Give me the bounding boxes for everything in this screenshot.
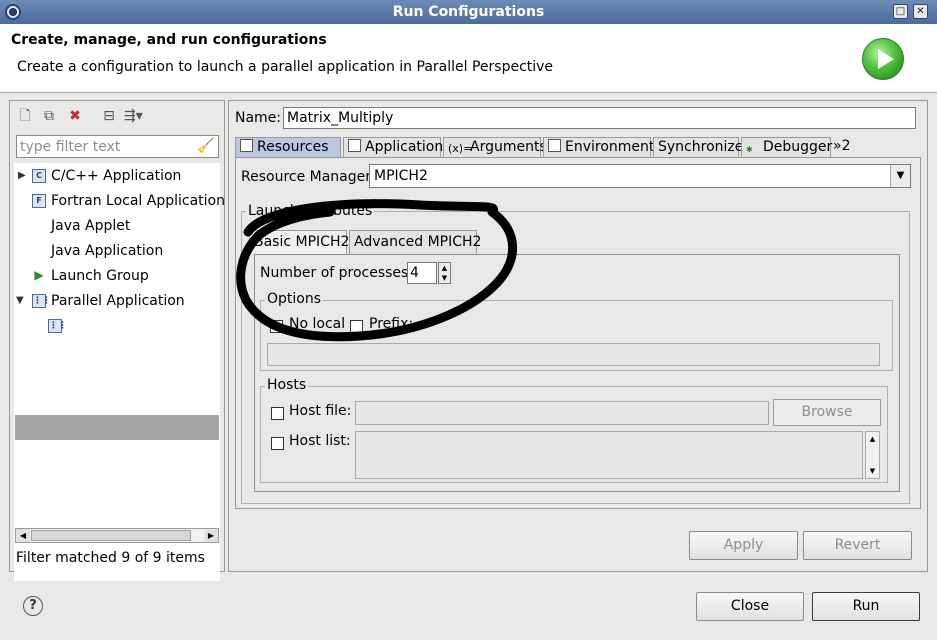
c-icon: C: [32, 169, 46, 183]
options-legend: Options: [265, 291, 324, 307]
scroll-right-icon[interactable]: ▶: [204, 529, 218, 542]
tree-item-launch-group[interactable]: ▶ Launch Group: [32, 264, 149, 289]
quantity-stepper[interactable]: ▲ ▼: [438, 262, 451, 284]
configuration-editor-panel: Name: Resources Application (x)=Argument…: [228, 100, 928, 572]
host-list-textarea[interactable]: [355, 431, 863, 479]
eclipse-icon: [5, 4, 21, 20]
resource-manager-label: Resource Manager:: [241, 169, 376, 185]
dropdown-arrow-icon[interactable]: ▼: [890, 165, 910, 187]
launch-group-icon: ▶: [34, 268, 44, 282]
tab-debugger[interactable]: ✱ Debugger: [741, 137, 832, 157]
host-file-input[interactable]: [355, 401, 769, 425]
tree-item-label: Parallel Application: [51, 293, 185, 309]
resources-icon: [240, 139, 253, 152]
scroll-up-icon[interactable]: ▲: [866, 432, 879, 446]
clear-filter-icon[interactable]: 🧹: [197, 138, 215, 156]
delete-icon[interactable]: ✖: [66, 107, 84, 125]
configuration-list-panel: 🗋 ⧉ ✖ ⊟ ⇶▾ 🧹 ▶ C C/C++ Application F Fortr…: [9, 100, 225, 581]
filter-menu-icon[interactable]: ⇶▾: [124, 107, 143, 125]
tree-item-label: Matrix_Multiply: [67, 318, 174, 334]
parallel-icon: ⋮⋮: [32, 294, 51, 308]
environment-icon: [548, 139, 561, 152]
f-icon: F: [32, 194, 46, 208]
tree-item-java-applet[interactable]: Java Applet: [32, 214, 130, 239]
tabs-overflow[interactable]: »2: [833, 137, 857, 157]
window-title: Run Configurations: [392, 4, 545, 20]
tree-item-java-application[interactable]: Java Application: [32, 239, 163, 264]
filter-status: Filter matched 9 of 9 items: [16, 550, 205, 566]
header-title: Create, manage, and run configurations: [11, 32, 327, 48]
dialog-header: Create, manage, and run configurations C…: [0, 24, 937, 93]
no-local-label: No local: [289, 316, 346, 332]
stepper-down-icon[interactable]: ▼: [439, 273, 450, 283]
header-description: Create a configuration to launch a paral…: [17, 59, 554, 75]
expand-icon[interactable]: ▶: [18, 170, 26, 181]
no-local-checkbox[interactable]: [270, 320, 283, 333]
filter-input[interactable]: [16, 135, 219, 158]
duplicate-icon[interactable]: ⧉: [40, 107, 58, 125]
help-icon[interactable]: ?: [23, 596, 43, 616]
host-file-label: Host file:: [289, 403, 352, 419]
scroll-thumb[interactable]: [31, 530, 191, 541]
resources-tab-content: Resource Manager: MPICH2 ▼ Launch Attrib…: [235, 157, 921, 509]
run-icon: [862, 38, 904, 80]
host-list-label: Host list:: [289, 433, 351, 449]
arguments-icon: (x)=: [448, 142, 473, 155]
host-file-checkbox[interactable]: [271, 407, 284, 420]
launch-attributes-group: Launch Attributes Basic MPICH2 Advanced …: [241, 203, 910, 504]
application-icon: [348, 139, 361, 152]
scroll-down-icon[interactable]: ▼: [866, 464, 879, 478]
basic-mpich2-content: Number of processes: ▲ ▼ Options No loca…: [254, 254, 900, 492]
scroll-left-icon[interactable]: ◀: [16, 529, 30, 542]
name-label: Name:: [235, 110, 282, 126]
revert-button[interactable]: Revert: [803, 531, 912, 560]
tab-synchronize[interactable]: Synchronize: [653, 137, 743, 157]
hosts-legend: Hosts: [265, 377, 309, 393]
collapse-icon[interactable]: ▼: [16, 295, 24, 306]
tree-item-label: C/C++ Application: [51, 168, 182, 184]
tree-item-fortran-local-application[interactable]: F Fortran Local Application: [32, 189, 225, 214]
host-list-checkbox[interactable]: [271, 437, 284, 450]
tree-item-matrix-multiply[interactable]: ⋮⋮Matrix_Multiply: [48, 314, 173, 339]
name-input[interactable]: [283, 107, 916, 129]
tree-item-label: Java Applet: [51, 218, 131, 234]
run-button[interactable]: Run: [812, 592, 920, 621]
tab-advanced-mpich2[interactable]: Advanced MPICH2: [349, 230, 481, 254]
apply-button[interactable]: Apply: [689, 531, 798, 560]
prefix-checkbox[interactable]: [350, 320, 363, 333]
debugger-icon: ✱: [746, 145, 753, 154]
tree-item-label: Fortran Local Application: [51, 193, 225, 209]
close-button[interactable]: Close: [696, 592, 804, 621]
new-configuration-icon[interactable]: 🗋: [16, 107, 34, 125]
tree-item-parallel-application[interactable]: ⋮⋮Parallel Application: [32, 289, 185, 314]
tab-basic-mpich2[interactable]: Basic MPICH2: [249, 230, 349, 254]
tab-environment[interactable]: Environment: [543, 137, 654, 157]
launch-attributes-legend: Launch Attributes: [246, 203, 375, 219]
title-bar: Run Configurations □ ✕: [0, 0, 937, 24]
close-icon[interactable]: ✕: [913, 4, 928, 19]
tab-arguments[interactable]: (x)=Arguments: [443, 137, 547, 157]
config-tabs: Resources Application (x)=Arguments Envi…: [235, 137, 921, 157]
collapse-all-icon[interactable]: ⊟: [100, 107, 118, 125]
tree-item-cpp-application[interactable]: C C/C++ Application: [32, 164, 181, 189]
selection-highlight: [15, 415, 219, 440]
hosts-group: Hosts Host file: Browse Host list: ▲ ▼: [260, 377, 888, 483]
number-of-processes-input[interactable]: [407, 262, 437, 284]
browse-button[interactable]: Browse: [773, 399, 881, 426]
parallel-icon: ⋮⋮: [48, 319, 67, 333]
prefix-label: Prefix:: [369, 316, 414, 332]
options-group: Options No local Prefix:: [260, 291, 893, 371]
maximize-icon[interactable]: □: [893, 4, 908, 19]
number-of-processes-label: Number of processes:: [260, 265, 414, 281]
tab-resources[interactable]: Resources: [235, 137, 341, 157]
tab-application[interactable]: Application: [343, 137, 443, 157]
stepper-up-icon[interactable]: ▲: [439, 263, 450, 273]
tree-item-label: Java Application: [51, 243, 164, 259]
prefix-input[interactable]: [267, 343, 880, 366]
resource-manager-select[interactable]: MPICH2 ▼: [369, 164, 911, 188]
tree-item-label: Launch Group: [51, 268, 149, 284]
horizontal-scrollbar[interactable]: ◀ ▶: [15, 528, 219, 543]
host-list-scrollbar[interactable]: ▲ ▼: [865, 431, 880, 479]
configuration-tree: ▶ C C/C++ Application F Fortran Local Appl…: [14, 163, 225, 581]
